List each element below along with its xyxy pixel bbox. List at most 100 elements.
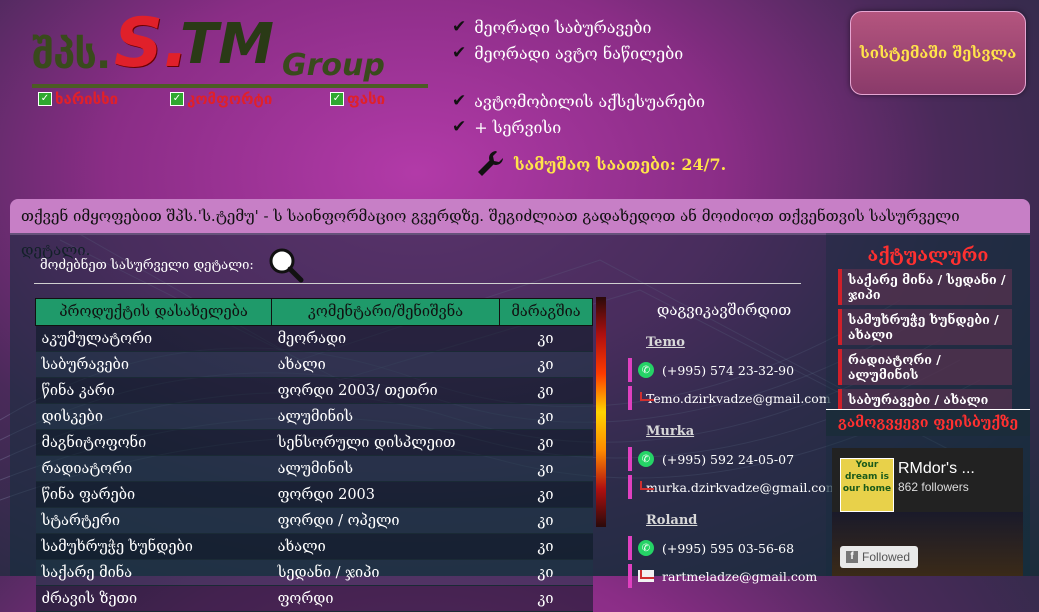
facebook-followers: 862 followers xyxy=(898,480,969,494)
search-icon[interactable] xyxy=(268,247,304,283)
checkbox-icon: ✓ xyxy=(170,92,184,106)
table-row: საქარე მინა სედანი / ჯიპი კი xyxy=(35,559,593,586)
logo-group: Group xyxy=(282,48,385,83)
followed-button[interactable]: f Followed xyxy=(840,546,918,568)
contact-person: Temo ✆ (+995) 574 23-32-90 Temo.dzirkvadze@… xyxy=(622,335,831,410)
comment-cell: ფორდი 2003/ თეთრი xyxy=(271,377,500,404)
logo-check-comfort: ✓ კომფორტი xyxy=(170,90,272,108)
product-name-cell: მაგნიტოფონი xyxy=(35,429,272,456)
feature-label: მეორადი საბურავები xyxy=(474,17,652,37)
search-label: მოძებნეთ სასურველი დეტალი: xyxy=(40,257,254,273)
phone-number: (+995) 595 03-56-68 xyxy=(662,540,795,556)
table-row: წინა კარი ფორდი 2003/ თეთრი კი xyxy=(35,377,593,404)
comment-cell: სედანი / ჯიპი xyxy=(271,559,500,586)
contacts-list: Temo ✆ (+995) 574 23-32-90 Temo.dzirkvadze@… xyxy=(622,335,838,588)
feature-item: ✔ ავტომობილის აქსესუარები xyxy=(452,88,705,114)
followed-label: Followed xyxy=(862,550,911,564)
contact-name[interactable]: Temo xyxy=(646,335,826,350)
product-name-cell: სტარტერი xyxy=(35,507,272,534)
in-stock-cell: კი xyxy=(499,351,593,378)
in-stock-cell: კი xyxy=(499,377,593,404)
phone-number: (+995) 592 24-05-07 xyxy=(662,451,795,467)
in-stock-cell: კი xyxy=(499,533,593,560)
contact-phone[interactable]: ✆ (+995) 592 24-05-07 xyxy=(628,447,826,471)
comment-cell: ახალი xyxy=(271,351,500,378)
table-row: დისკები ალუმინის კი xyxy=(35,403,593,430)
phone-icon: ✆ xyxy=(638,451,654,467)
working-hours: სამუშაო საათები: 24/7. xyxy=(474,148,726,180)
column-header: მარაგშია xyxy=(499,298,593,326)
product-name-cell: სამუხრუჭე ხუნდები xyxy=(35,533,272,560)
contact-person: Roland ✆ (+995) 595 03-56-68 rartmeladze@gm… xyxy=(622,513,826,588)
email-address: murka.dzirkvadze@gmail.com xyxy=(646,479,838,495)
comment-cell: ალუმინის xyxy=(271,455,500,482)
facebook-page-thumbnail[interactable]: Your dream is our home xyxy=(840,458,894,512)
facebook-title: გამოგვყევი ფეისბუქზე xyxy=(826,409,1030,436)
news-item[interactable]: სამუხრუჭე ხუნდები / ახალი xyxy=(838,309,1012,345)
comment-cell: ფორდი / ოპელი xyxy=(271,507,500,534)
product-name-cell: რადიატორი xyxy=(35,455,272,482)
sidebar: აქტუალური საქარე მინა / სედანი / ჯიპი სამ… xyxy=(826,233,1030,576)
in-stock-cell: კი xyxy=(499,455,593,482)
contact-name[interactable]: Murka xyxy=(646,424,826,439)
logo-check-label: ხარისხი xyxy=(55,90,119,108)
login-button[interactable]: სისტემაში შესვლა xyxy=(850,11,1026,95)
product-name-cell: საბურავები xyxy=(35,351,272,378)
logo-prefix: შპს. xyxy=(32,32,111,78)
in-stock-cell: კი xyxy=(499,429,593,456)
news-item[interactable]: რადიატორი / ალუმინის xyxy=(838,349,1012,385)
table-row: საბურავები ახალი კი xyxy=(35,351,593,378)
phone-number: (+995) 574 23-32-90 xyxy=(662,362,795,378)
news-item[interactable]: საქარე მინა / სედანი / ჯიპი xyxy=(838,269,1012,305)
check-icon: ✔ xyxy=(452,17,467,37)
news-list: საქარე მინა / სედანი / ჯიპი სამუხრუჭე ხუნ… xyxy=(838,269,1012,409)
in-stock-cell: კი xyxy=(499,507,593,534)
in-stock-cell: კი xyxy=(499,585,593,612)
contact-phone[interactable]: ✆ (+995) 574 23-32-90 xyxy=(628,358,826,382)
check-icon: ✔ xyxy=(452,117,467,137)
contact-email[interactable]: Temo.dzirkvadze@gmail.com xyxy=(628,386,831,410)
info-banner: თქვენ იმყოფებით შპს.'ს.ტემუ' - ს საინფორ… xyxy=(10,199,1030,259)
checkbox-icon: ✓ xyxy=(38,92,52,106)
product-name-cell: დისკები xyxy=(35,403,272,430)
working-hours-text: სამუშაო საათები: 24/7. xyxy=(514,154,727,174)
comment-cell: ფორდი 2003 xyxy=(271,481,500,508)
contact-email[interactable]: murka.dzirkvadze@gmail.com xyxy=(628,475,838,499)
gmail-icon xyxy=(638,570,654,582)
table-body: აკუმულატორი მეორადი კი საბურავები ახალი კი წინ… xyxy=(35,325,593,612)
table-row: სამუხრუჭე ხუნდები ახალი კი xyxy=(35,533,593,560)
product-name-cell: ძრავის ზეთი xyxy=(35,585,272,612)
logo-check-quality: ✓ ხარისხი xyxy=(38,90,118,108)
contact-phone[interactable]: ✆ (+995) 595 03-56-68 xyxy=(628,536,826,560)
comment-cell: ალუმინის xyxy=(271,403,500,430)
news-item[interactable]: საბურავები / ახალი xyxy=(838,389,1012,409)
email-address: rartmeladze@gmail.com xyxy=(662,568,818,584)
facebook-widget[interactable]: Your dream is our home RMdor's ... 862 f… xyxy=(832,448,1023,576)
logo-check-price: ✓ ფასი xyxy=(330,90,385,108)
contact-name[interactable]: Roland xyxy=(646,513,826,528)
contact-email[interactable]: rartmeladze@gmail.com xyxy=(628,564,826,588)
in-stock-cell: კი xyxy=(499,559,593,586)
check-icon: ✔ xyxy=(452,43,467,63)
column-header: კომენტარი/შენიშვნა xyxy=(271,298,500,326)
facebook-page-name[interactable]: RMdor's ... xyxy=(898,460,975,478)
table-row: რადიატორი ალუმინის კი xyxy=(35,455,593,482)
feature-label: მეორადი ავტო ნაწილები xyxy=(474,43,684,63)
comment-cell: სენსორული დისპლეით xyxy=(271,429,500,456)
feature-label: ავტომობილის აქსესუარები xyxy=(474,91,705,111)
product-name-cell: საქარე მინა xyxy=(35,559,272,586)
search-bar: მოძებნეთ სასურველი დეტალი: xyxy=(40,247,304,283)
product-name-cell: წინა ფარები xyxy=(35,481,272,508)
email-address: Temo.dzirkvadze@gmail.com xyxy=(646,390,831,406)
company-logo[interactable]: შპს. S. TM Group ✓ ხარისხი ✓ კომფორტი ✓ … xyxy=(30,4,430,110)
product-name-cell: აკუმულატორი xyxy=(35,325,272,352)
table-row: ძრავის ზეთი ფორდი კი xyxy=(35,585,593,612)
comment-cell: ფორდი xyxy=(271,585,500,612)
table-row: აკუმულატორი მეორადი კი xyxy=(35,325,593,352)
table-header-row: პროდუქტის დასახელება კომენტარი/შენიშვნა … xyxy=(34,298,593,326)
logo-s: S. xyxy=(114,4,189,83)
decorative-divider xyxy=(596,297,606,527)
feature-label: + სერვისი xyxy=(474,117,562,137)
comment-cell: ახალი xyxy=(271,533,500,560)
products-table: პროდუქტის დასახელება კომენტარი/შენიშვნა … xyxy=(34,298,593,612)
